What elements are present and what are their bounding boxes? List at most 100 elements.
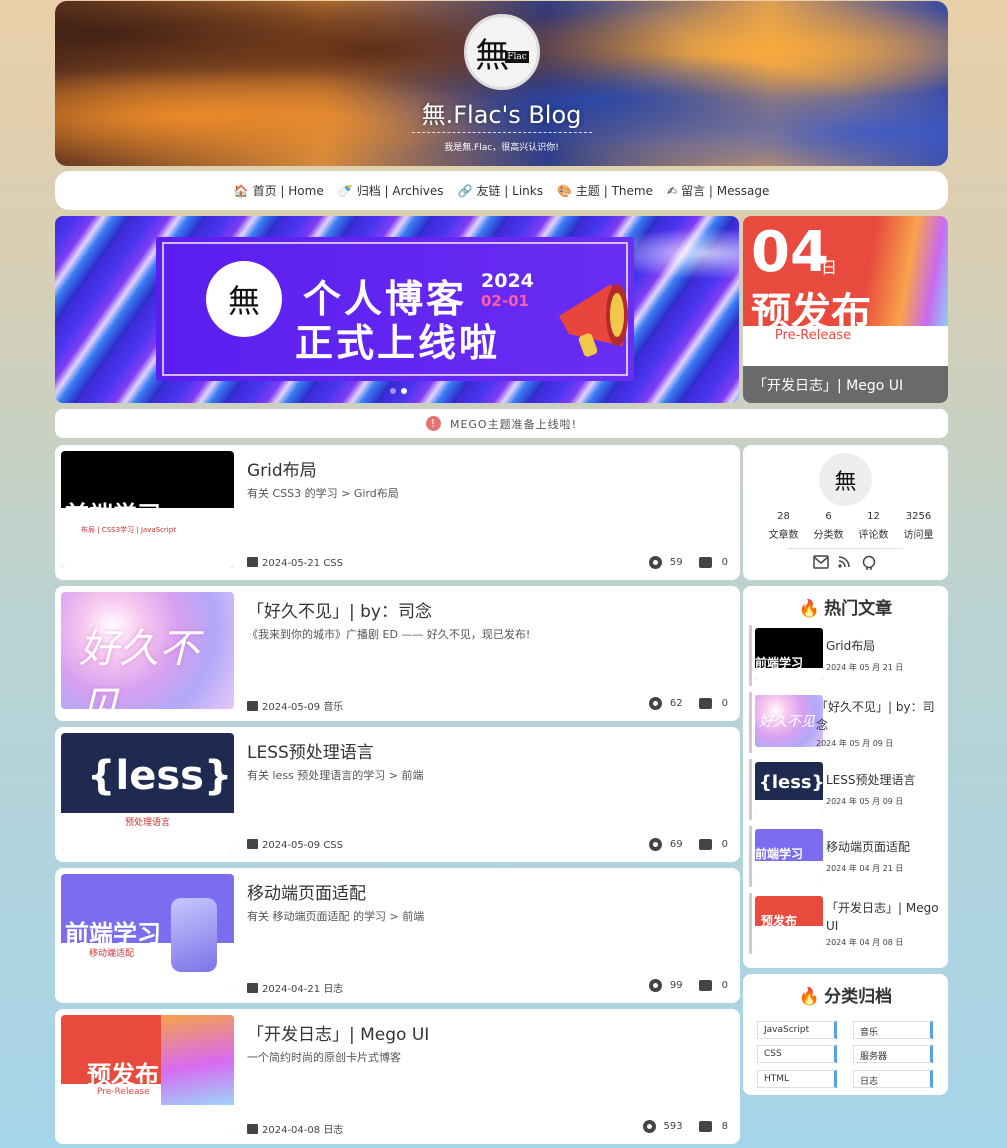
nav-home[interactable]: 🏠 首页 | Home bbox=[234, 182, 324, 199]
post-title[interactable]: 移动端页面适配 bbox=[247, 879, 366, 904]
post-description: 有关 less 预处理语言的学习 > 前端 bbox=[247, 769, 424, 782]
post-description: 有关 CSS3 的学习 > Gird布局 bbox=[247, 487, 399, 500]
hero-header: 無 Flac 無.Flac's Blog 我是無.Flac，很高兴认识你! bbox=[55, 1, 948, 166]
category-tag[interactable]: CSS bbox=[757, 1045, 837, 1063]
post-meta: 2024-04-08 日志 bbox=[247, 1121, 343, 1136]
profile-avatar[interactable]: 無 bbox=[819, 453, 872, 506]
notice-text: MEGO主题准备上线啦! bbox=[449, 417, 578, 431]
fire-icon: 🔥 bbox=[798, 599, 821, 619]
featured-sub-text: Pre-Release bbox=[774, 328, 852, 343]
fire-icon: 🔥 bbox=[798, 987, 821, 1007]
post-description: 一个简约时尚的原创卡片式博客 bbox=[247, 1051, 401, 1064]
blog-avatar[interactable]: 無 Flac bbox=[464, 14, 540, 90]
post-title[interactable]: Grid布局 bbox=[247, 456, 317, 481]
link-icon: 🔗 bbox=[457, 184, 473, 198]
rss-icon[interactable] bbox=[837, 555, 853, 569]
post-meta: 2024-05-09 CSS bbox=[247, 839, 343, 851]
post-card[interactable]: 预发布 Pre-Release 「开发日志」| Mego UI 一个简约时尚的原… bbox=[55, 1009, 740, 1144]
calendar-icon bbox=[247, 701, 258, 711]
category-archive-widget: 🔥 分类归档 JavaScript 音乐 CSS 服务器 HTML 日志 bbox=[743, 974, 948, 1095]
post-thumbnail[interactable]: 前端学习 移动端适配 bbox=[61, 874, 234, 991]
post-card[interactable]: 前端学习 布局 | CSS3学习 | JavaScript Grid布局 有关 … bbox=[55, 445, 740, 580]
hot-post-thumb: 前端学习 bbox=[755, 628, 823, 680]
category-tag[interactable]: HTML bbox=[757, 1070, 837, 1088]
category-tag[interactable]: JavaScript bbox=[757, 1021, 837, 1039]
post-stats: 59 0 bbox=[648, 556, 728, 569]
comment-icon bbox=[698, 557, 712, 568]
calendar-icon bbox=[247, 557, 258, 567]
github-icon[interactable] bbox=[861, 555, 877, 571]
category-tag[interactable]: 日志 bbox=[853, 1070, 933, 1088]
eye-icon bbox=[648, 838, 662, 851]
featured-post-card[interactable]: 04 日 预发布 Pre-Release 「开发日志」| Mego UI bbox=[743, 216, 948, 403]
comment-icon bbox=[698, 839, 712, 850]
stat-comments[interactable]: 12 评论数 bbox=[851, 511, 896, 541]
hero-carousel[interactable]: 無 个人博客 2024 02-01 正式上线啦 bbox=[55, 216, 739, 403]
hot-post-thumb: 预发布 bbox=[755, 896, 823, 948]
megaphone-icon bbox=[559, 284, 628, 357]
hot-post-item[interactable]: {less} LESS预处理语言 2024 年 05 月 09 日 bbox=[749, 759, 939, 820]
alert-icon: ! bbox=[425, 416, 441, 431]
carousel-dot-active[interactable] bbox=[401, 388, 407, 394]
category-tag[interactable]: 音乐 bbox=[853, 1021, 933, 1039]
nav-message[interactable]: ✍ 留言 | Message bbox=[667, 182, 769, 199]
notice-bar: ! MEGO主题准备上线啦! bbox=[55, 409, 948, 438]
hot-post-item[interactable]: 前端学习 移动端页面适配 2024 年 04 月 21 日 bbox=[749, 826, 939, 887]
post-card[interactable]: 好久不见 「好久不见」| by：司念 《我来到你的城市》广播剧 ED —— 好久… bbox=[55, 586, 740, 721]
nav-links[interactable]: 🔗 友链 | Links bbox=[458, 182, 543, 199]
stat-articles[interactable]: 28 文章数 bbox=[761, 511, 806, 541]
post-stats: 69 0 bbox=[648, 838, 728, 851]
post-thumbnail[interactable]: 好久不见 bbox=[61, 592, 234, 709]
post-category[interactable]: 日志 bbox=[323, 984, 343, 995]
calendar-icon bbox=[247, 1124, 258, 1134]
nav-theme[interactable]: 🎨 主题 | Theme bbox=[557, 182, 653, 199]
nav-archives[interactable]: 🍼 归档 | Archives bbox=[338, 182, 444, 199]
hot-posts-widget: 🔥 热门文章 前端学习 Grid布局 2024 年 05 月 21 日 好久不见 … bbox=[743, 586, 948, 968]
post-description: 《我来到你的城市》广播剧 ED —— 好久不见，现已发布! bbox=[247, 628, 531, 641]
post-card[interactable]: 前端学习 移动端适配 移动端页面适配 有关 移动端页面适配 的学习 > 前端 2… bbox=[55, 868, 740, 1003]
stat-visits: 3256 访问量 bbox=[903, 511, 934, 541]
mail-icon[interactable] bbox=[813, 555, 829, 569]
hot-post-thumb: 好久不见 bbox=[755, 695, 823, 747]
blog-title[interactable]: 無.Flac's Blog bbox=[55, 95, 948, 130]
post-category[interactable]: 日志 bbox=[323, 1125, 343, 1136]
post-thumbnail[interactable]: {less} 预处理语言 bbox=[61, 733, 234, 850]
bottle-icon: 🍼 bbox=[337, 184, 353, 198]
stat-categories[interactable]: 6 分类数 bbox=[806, 511, 851, 541]
blog-subtitle: 我是無.Flac，很高兴认识你! bbox=[444, 143, 559, 153]
post-title[interactable]: 「好久不见」| by：司念 bbox=[247, 597, 432, 622]
home-icon: 🏠 bbox=[233, 184, 249, 198]
writing-hand-icon: ✍ bbox=[667, 184, 678, 198]
profile-stats: 28 文章数 6 分类数 12 评论数 3256 访问量 bbox=[761, 511, 941, 541]
banner-date: 02-01 bbox=[481, 292, 529, 310]
hot-post-item[interactable]: 好久不见 「好久不见」| by：司念 2024 年 05 月 09 日 bbox=[749, 692, 939, 753]
category-tag[interactable]: 服务器 bbox=[853, 1045, 933, 1063]
hot-post-thumb: {less} bbox=[755, 762, 823, 814]
phone-illustration bbox=[171, 898, 217, 972]
post-title[interactable]: LESS预处理语言 bbox=[247, 738, 374, 763]
post-thumbnail[interactable]: 预发布 Pre-Release bbox=[61, 1015, 234, 1132]
post-stats: 593 8 bbox=[642, 1120, 728, 1133]
post-category[interactable]: CSS bbox=[323, 558, 343, 569]
hot-post-item[interactable]: 前端学习 Grid布局 2024 年 05 月 21 日 bbox=[749, 625, 939, 686]
post-description: 有关 移动端页面适配 的学习 > 前端 bbox=[247, 910, 425, 923]
hot-post-thumb: 前端学习 bbox=[755, 829, 823, 881]
title-divider bbox=[412, 132, 592, 133]
post-title[interactable]: 「开发日志」| Mego UI bbox=[247, 1020, 429, 1045]
comment-icon bbox=[698, 1121, 712, 1132]
post-stats: 62 0 bbox=[648, 697, 728, 710]
carousel-dot[interactable] bbox=[390, 388, 396, 394]
post-category[interactable]: CSS bbox=[323, 840, 343, 851]
post-thumbnail[interactable]: 前端学习 布局 | CSS3学习 | JavaScript bbox=[61, 451, 234, 568]
post-category[interactable]: 音乐 bbox=[323, 702, 343, 713]
eye-icon bbox=[648, 697, 662, 710]
hot-posts-title: 🔥 热门文章 bbox=[798, 599, 893, 619]
eye-icon bbox=[648, 556, 662, 569]
comment-icon bbox=[698, 698, 712, 709]
comment-icon bbox=[698, 980, 712, 991]
eye-icon bbox=[642, 1120, 656, 1133]
post-card[interactable]: {less} 预处理语言 LESS预处理语言 有关 less 预处理语言的学习 … bbox=[55, 727, 740, 862]
featured-day: 04 bbox=[751, 220, 829, 285]
hot-post-item[interactable]: 预发布 「开发日志」| Mego UI 2024 年 04 月 08 日 bbox=[749, 893, 939, 954]
featured-caption[interactable]: 「开发日志」| Mego UI bbox=[743, 366, 948, 403]
